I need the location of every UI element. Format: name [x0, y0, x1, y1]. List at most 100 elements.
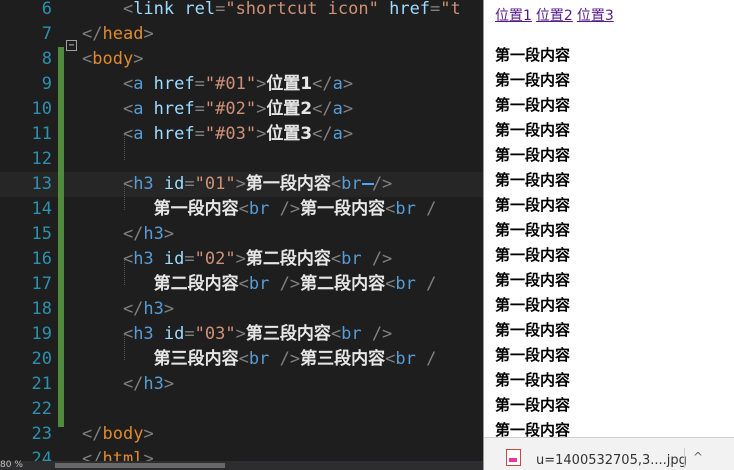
code-line[interactable]: 6 <link rel="shortcut icon" href="t	[0, 0, 483, 22]
code-token: 第三段内容	[300, 349, 386, 369]
code-line[interactable]: 9 <a href="#01">位置1</a>	[0, 72, 483, 97]
fold-collapse-icon[interactable]: −	[66, 40, 77, 51]
heading-text-line: 第一段内容	[495, 121, 571, 139]
code-token: >	[256, 74, 267, 94]
code-token: />	[361, 324, 393, 344]
code-line[interactable]: 24 </html>	[0, 447, 483, 461]
code-text[interactable]: <h3 id="03">第三段内容<br />	[82, 322, 392, 347]
code-token: "#01"	[204, 74, 257, 94]
code-token: />	[269, 349, 301, 369]
code-line[interactable]: 17 第二段内容<br />第二段内容<br /	[0, 272, 483, 297]
code-token: >	[163, 374, 175, 394]
code-line[interactable]: 23 </body>	[0, 422, 483, 447]
heading-text-line: 第一段内容	[495, 96, 571, 114]
heading-text-line: 第一段内容	[495, 321, 571, 339]
code-text[interactable]: <h3 id="02">第二段内容<br />	[82, 247, 392, 272]
heading-text-line: 第一段内容	[495, 396, 571, 414]
code-text[interactable]: <a href="#02">位置2</a>	[82, 97, 353, 122]
line-number: 15	[31, 224, 52, 244]
code-text[interactable]: <a href="#03">位置3</a>	[82, 122, 353, 147]
code-token: >	[133, 49, 144, 69]
code-token: >	[143, 449, 154, 461]
code-token: body	[102, 424, 144, 444]
chevron-up-icon[interactable]: ^	[693, 450, 703, 464]
code-token: 位置1	[266, 74, 313, 94]
code-token: >	[342, 74, 354, 94]
code-text[interactable]: </h3>	[82, 372, 174, 397]
code-token: =	[215, 0, 226, 19]
code-line[interactable]: 14 第一段内容<br />第一段内容<br /	[0, 197, 483, 222]
code-token: =	[184, 324, 195, 344]
code-token: 第一段内容	[245, 174, 331, 194]
code-line[interactable]: 20 第三段内容<br />第三段内容<br /	[0, 347, 483, 372]
code-text[interactable]: </h3>	[82, 297, 174, 322]
browser-preview: 位置1 位置2 位置3 第一段内容 第一段内容 第一段内容 第一段内容 第一段内容 第一段内容…	[483, 0, 734, 470]
scrollbar-thumb[interactable]	[55, 463, 225, 468]
code-line[interactable]: 19 <h3 id="03">第三段内容<br />	[0, 322, 483, 347]
code-token: />	[269, 274, 301, 294]
change-indicator-bar	[58, 47, 64, 427]
code-text[interactable]: <h3 id="01">第一段内容<br />	[82, 172, 392, 197]
line-number: 18	[31, 299, 52, 319]
line-number: 19	[31, 324, 52, 344]
indent-guide	[124, 335, 125, 360]
code-token: 第三段内容	[153, 349, 239, 369]
code-line[interactable]: 11 <a href="#03">位置3</a>	[0, 122, 483, 147]
link-position-3[interactable]: 位置3	[577, 8, 614, 24]
heading-text-line: 第一段内容	[495, 246, 571, 264]
code-token: />	[361, 249, 393, 269]
link-position-1[interactable]: 位置1	[495, 8, 532, 24]
code-token: h3	[133, 249, 154, 269]
code-token: 第三段内容	[245, 324, 331, 344]
code-text[interactable]: <body>	[82, 47, 143, 72]
code-token: /	[415, 274, 437, 294]
horizontal-scrollbar[interactable]: 80 %	[0, 460, 483, 470]
code-text[interactable]: 第三段内容<br />第三段内容<br /	[82, 347, 437, 372]
line-number: 9	[41, 74, 52, 94]
code-token: 位置3	[266, 124, 313, 144]
download-filename[interactable]: u=1400532705,3....jpg	[536, 453, 687, 468]
code-token: body	[92, 49, 134, 69]
code-token: >	[163, 299, 175, 319]
code-line[interactable]: 10 <a href="#02">位置2</a>	[0, 97, 483, 122]
code-token: <	[385, 274, 396, 294]
code-text[interactable]: <a href="#01">位置1</a>	[82, 72, 353, 97]
download-bar[interactable]: u=1400532705,3....jpg ^	[484, 437, 734, 470]
code-text[interactable]: 第一段内容<br />第一段内容<br /	[82, 197, 437, 222]
code-text[interactable]: <link rel="shortcut icon" href="t	[82, 0, 461, 22]
code-token: br	[395, 199, 416, 219]
code-line[interactable]: 15 </h3>	[0, 222, 483, 247]
code-token: /	[415, 349, 437, 369]
code-line[interactable]: 18 </h3>	[0, 297, 483, 322]
code-token: >	[235, 174, 246, 194]
link-position-2[interactable]: 位置2	[536, 8, 573, 24]
code-editor[interactable]: 6 <link rel="shortcut icon" href="t 7 </he…	[0, 0, 483, 461]
heading-text-line: 第一段内容	[495, 171, 571, 189]
code-token: =	[194, 74, 205, 94]
code-token: <	[82, 0, 134, 19]
code-text[interactable]: </head>	[82, 22, 154, 47]
heading-text-line: 第一段内容	[495, 71, 571, 89]
code-token: =	[430, 0, 441, 19]
code-token: h3	[143, 299, 164, 319]
code-token: a	[133, 74, 144, 94]
code-token: <	[82, 324, 134, 344]
zoom-level[interactable]: 80 %	[0, 460, 23, 470]
code-token: <	[238, 349, 249, 369]
code-line[interactable]: 21 </h3>	[0, 372, 483, 397]
code-text[interactable]: 第二段内容<br />第二段内容<br /	[82, 272, 437, 297]
code-text[interactable]: </body>	[82, 422, 154, 447]
code-token: "#03"	[204, 124, 257, 144]
code-line[interactable]: 12	[0, 147, 483, 172]
code-token: href	[378, 0, 431, 19]
code-line[interactable]: 13 <h3 id="01">第一段内容<br />	[0, 172, 483, 197]
code-token: >	[342, 124, 354, 144]
code-line[interactable]: 16 <h3 id="02">第二段内容<br />	[0, 247, 483, 272]
code-token: a	[332, 74, 343, 94]
code-text[interactable]: </html>	[82, 447, 154, 461]
code-token: <	[330, 324, 342, 344]
code-token: h3	[133, 174, 154, 194]
code-text[interactable]: </h3>	[82, 222, 174, 247]
code-line[interactable]: 22	[0, 397, 483, 422]
